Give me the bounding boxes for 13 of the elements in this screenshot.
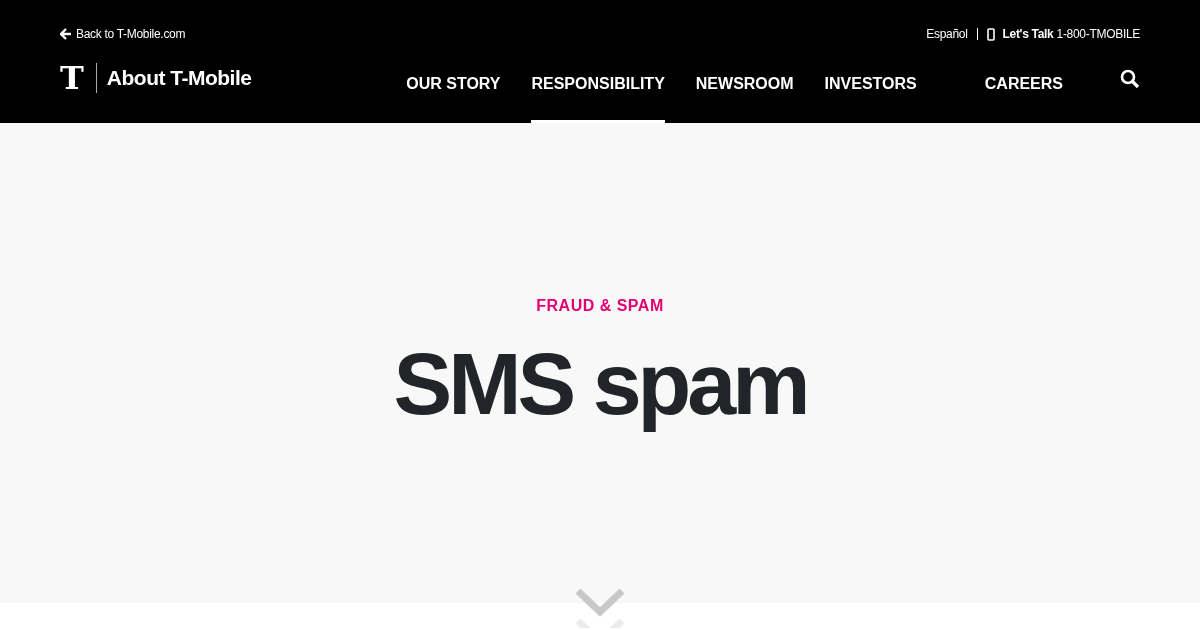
language-link[interactable]: Español [926,25,968,43]
logo[interactable]: T [60,62,84,94]
nav-link[interactable]: OUR STORY [406,69,501,124]
arrow-left-icon [60,28,72,40]
phone-icon [986,27,995,41]
category-label: FRAUD & SPAM [536,296,664,316]
back-link[interactable]: Back to T-Mobile.com [60,25,186,43]
search-icon[interactable] [1120,69,1140,89]
site-title[interactable]: About T-Mobile [106,62,252,94]
nav-link[interactable]: NEWSROOM [695,69,794,124]
phone-link[interactable]: Let's Talk 1-800-TMOBILE [1002,25,1140,43]
nav-link[interactable]: CAREERS [984,69,1063,124]
nav-link[interactable]: INVESTORS [824,69,917,124]
